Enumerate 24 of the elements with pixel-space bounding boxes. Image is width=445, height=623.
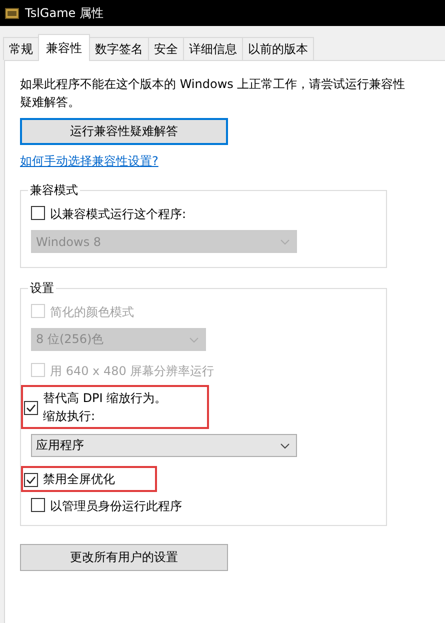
checkbox[interactable] xyxy=(31,206,45,220)
troubleshoot-button[interactable]: 运行兼容性疑难解答 xyxy=(20,118,228,145)
checkbox-label: 用 640 x 480 屏幕分辨率运行 xyxy=(50,363,214,380)
checkbox-label: 以管理员身份运行此程序 xyxy=(50,498,182,515)
checkbox[interactable] xyxy=(31,498,45,512)
chevron-down-icon xyxy=(280,442,290,448)
checkbox[interactable] xyxy=(24,400,38,414)
chevron-down-icon xyxy=(280,238,290,244)
app-icon xyxy=(5,8,19,18)
checkbox-label: 以兼容模式运行这个程序: xyxy=(50,206,186,223)
checkbox-label: 简化的颜色模式 xyxy=(50,304,134,321)
all-users-button[interactable]: 更改所有用户的设置 xyxy=(20,544,228,571)
tab[interactable]: 兼容性 xyxy=(38,34,90,61)
help-link[interactable]: 如何手动选择兼容性设置? xyxy=(20,153,158,170)
tab[interactable]: 常规 xyxy=(3,37,39,60)
checkbox-label: 替代高 DPI 缩放行为。 xyxy=(43,390,167,407)
checkbox[interactable] xyxy=(24,472,38,486)
tab[interactable]: 以前的版本 xyxy=(242,37,314,60)
dropdown[interactable]: 应用程序 xyxy=(31,434,297,457)
checkbox-label: 禁用全屏优化 xyxy=(43,471,115,488)
window-title: TslGame 属性 xyxy=(25,4,104,22)
chevron-down-icon xyxy=(189,336,199,342)
intro-text: 如果此程序不能在这个版本的 Windows 上正常工作，请尝试运行兼容性疑难解答。 xyxy=(20,76,406,111)
checkbox-label: 缩放执行: xyxy=(43,408,96,425)
